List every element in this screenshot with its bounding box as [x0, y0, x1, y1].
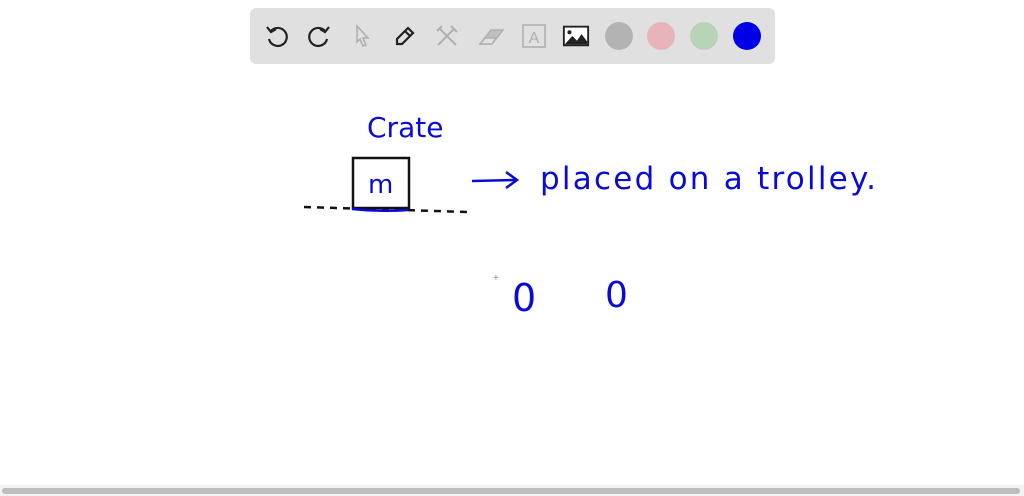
whiteboard-canvas[interactable]: Crate m placed on a trolley. + 0 0 [0, 0, 1024, 496]
horizontal-scrollbar[interactable] [2, 488, 1020, 494]
zero-1: 0 [512, 276, 536, 320]
description-text: placed on a trolley. [540, 161, 876, 197]
mass-label: m [368, 170, 393, 200]
label-crate: Crate [367, 111, 443, 144]
cursor-crosshair-icon: + [493, 273, 499, 284]
arrow-icon [471, 170, 520, 190]
zero-2: 0 [605, 275, 628, 316]
ground-contact-stroke [351, 207, 409, 213]
